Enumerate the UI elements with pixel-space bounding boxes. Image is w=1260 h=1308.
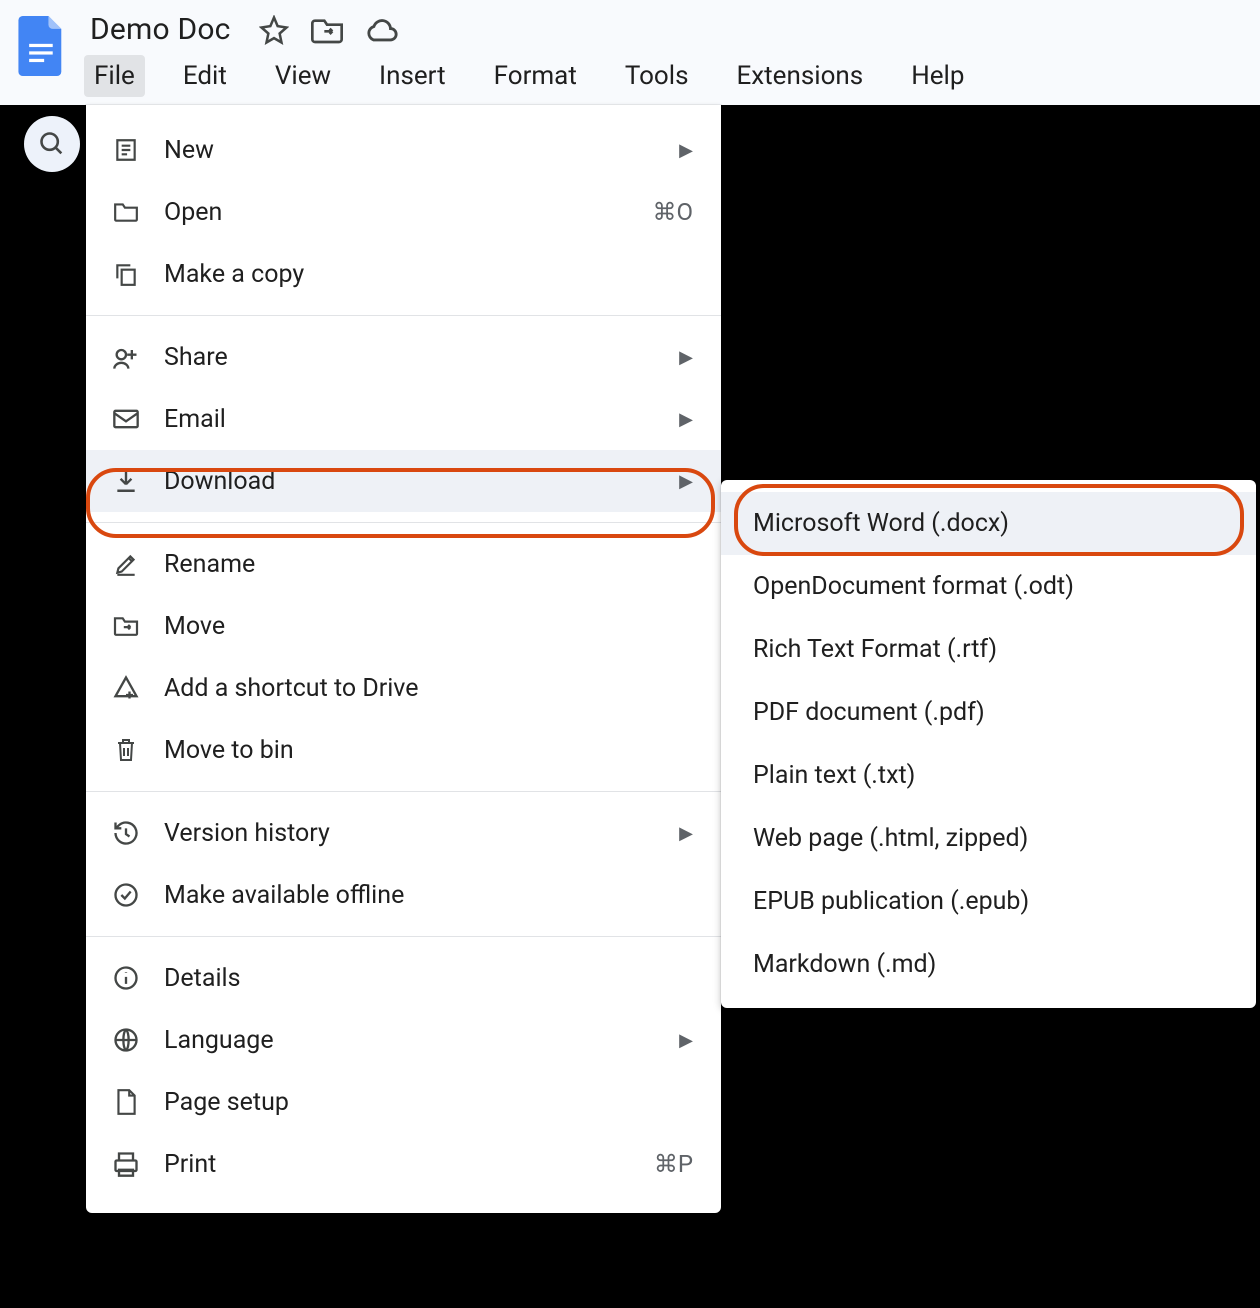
app-header: Demo Doc File Edit View Insert Format To… (0, 0, 1260, 100)
download-option-docx[interactable]: Microsoft Word (.docx) (721, 492, 1256, 555)
chevron-right-icon: ▶ (679, 471, 693, 492)
menu-item-version-history[interactable]: Version history ▶ (86, 802, 721, 864)
menu-label: Move (164, 612, 693, 641)
chevron-right-icon: ▶ (679, 140, 693, 161)
folder-icon (106, 201, 146, 223)
menu-separator (86, 936, 721, 937)
menu-label: Add a shortcut to Drive (164, 674, 693, 703)
menu-item-open[interactable]: Open ⌘O (86, 181, 721, 243)
menu-item-page-setup[interactable]: Page setup (86, 1071, 721, 1133)
search-icon (38, 130, 66, 158)
menu-item-move-to-bin[interactable]: Move to bin (86, 719, 721, 781)
download-icon (106, 468, 146, 494)
menu-label: Email (164, 405, 671, 434)
offline-icon (106, 881, 146, 909)
menu-item-offline[interactable]: Make available offline (86, 864, 721, 926)
menu-label: Print (164, 1150, 654, 1179)
email-icon (106, 408, 146, 430)
page-icon (106, 1088, 146, 1116)
menu-edit[interactable]: Edit (173, 55, 237, 97)
menu-item-language[interactable]: Language ▶ (86, 1009, 721, 1071)
download-submenu: Microsoft Word (.docx) OpenDocument form… (721, 480, 1256, 1008)
shortcut-label: ⌘O (652, 198, 693, 226)
globe-icon (106, 1026, 146, 1054)
download-option-rtf[interactable]: Rich Text Format (.rtf) (721, 618, 1256, 681)
menubar: File Edit View Insert Format Tools Exten… (84, 55, 1260, 97)
chevron-right-icon: ▶ (679, 1030, 693, 1051)
menu-view[interactable]: View (265, 55, 341, 97)
menu-label: Share (164, 343, 671, 372)
menu-label: Details (164, 964, 693, 993)
menu-label: Page setup (164, 1088, 693, 1117)
menu-label: Open (164, 198, 652, 227)
download-option-txt[interactable]: Plain text (.txt) (721, 744, 1256, 807)
menu-label: Version history (164, 819, 671, 848)
menu-item-add-shortcut[interactable]: Add a shortcut to Drive (86, 657, 721, 719)
search-button[interactable] (24, 116, 80, 172)
history-icon (106, 819, 146, 847)
docs-logo-icon[interactable] (18, 16, 66, 76)
chevron-right-icon: ▶ (679, 347, 693, 368)
download-option-odt[interactable]: OpenDocument format (.odt) (721, 555, 1256, 618)
chevron-right-icon: ▶ (679, 823, 693, 844)
document-title[interactable]: Demo Doc (84, 10, 237, 49)
menu-separator (86, 791, 721, 792)
copy-icon (106, 261, 146, 287)
menu-label: Make available offline (164, 881, 693, 910)
download-option-pdf[interactable]: PDF document (.pdf) (721, 681, 1256, 744)
star-icon[interactable] (259, 15, 289, 45)
doc-plus-icon (106, 137, 146, 163)
print-icon (106, 1151, 146, 1177)
menu-item-download[interactable]: Download ▶ (86, 450, 721, 512)
menu-separator (86, 315, 721, 316)
menu-extensions[interactable]: Extensions (727, 55, 874, 97)
menu-item-share[interactable]: Share ▶ (86, 326, 721, 388)
info-icon (106, 964, 146, 992)
menu-separator (86, 522, 721, 523)
menu-label: Make a copy (164, 260, 693, 289)
shortcut-label: ⌘P (654, 1150, 693, 1178)
menu-tools[interactable]: Tools (615, 55, 699, 97)
menu-file[interactable]: File (84, 55, 145, 97)
menu-item-move[interactable]: Move (86, 595, 721, 657)
menu-format[interactable]: Format (484, 55, 587, 97)
cloud-status-icon[interactable] (365, 17, 399, 43)
menu-item-details[interactable]: Details (86, 947, 721, 1009)
menu-label: New (164, 136, 671, 165)
menu-item-rename[interactable]: Rename (86, 533, 721, 595)
rename-icon (106, 551, 146, 577)
file-dropdown-menu: New ▶ Open ⌘O Make a copy Share ▶ Email … (86, 105, 721, 1213)
menu-item-print[interactable]: Print ⌘P (86, 1133, 721, 1195)
drive-shortcut-icon (106, 675, 146, 701)
menu-label: Rename (164, 550, 693, 579)
download-option-epub[interactable]: EPUB publication (.epub) (721, 870, 1256, 933)
trash-icon (106, 737, 146, 763)
move-icon (106, 615, 146, 637)
menu-help[interactable]: Help (901, 55, 974, 97)
menu-label: Move to bin (164, 736, 693, 765)
menu-item-new[interactable]: New ▶ (86, 119, 721, 181)
share-icon (106, 345, 146, 369)
download-option-html[interactable]: Web page (.html, zipped) (721, 807, 1256, 870)
menu-item-make-copy[interactable]: Make a copy (86, 243, 721, 305)
chevron-right-icon: ▶ (679, 409, 693, 430)
download-option-md[interactable]: Markdown (.md) (721, 933, 1256, 996)
menu-label: Download (164, 467, 671, 496)
menu-item-email[interactable]: Email ▶ (86, 388, 721, 450)
menu-insert[interactable]: Insert (369, 55, 456, 97)
menu-label: Language (164, 1026, 671, 1055)
move-folder-icon[interactable] (311, 16, 343, 44)
